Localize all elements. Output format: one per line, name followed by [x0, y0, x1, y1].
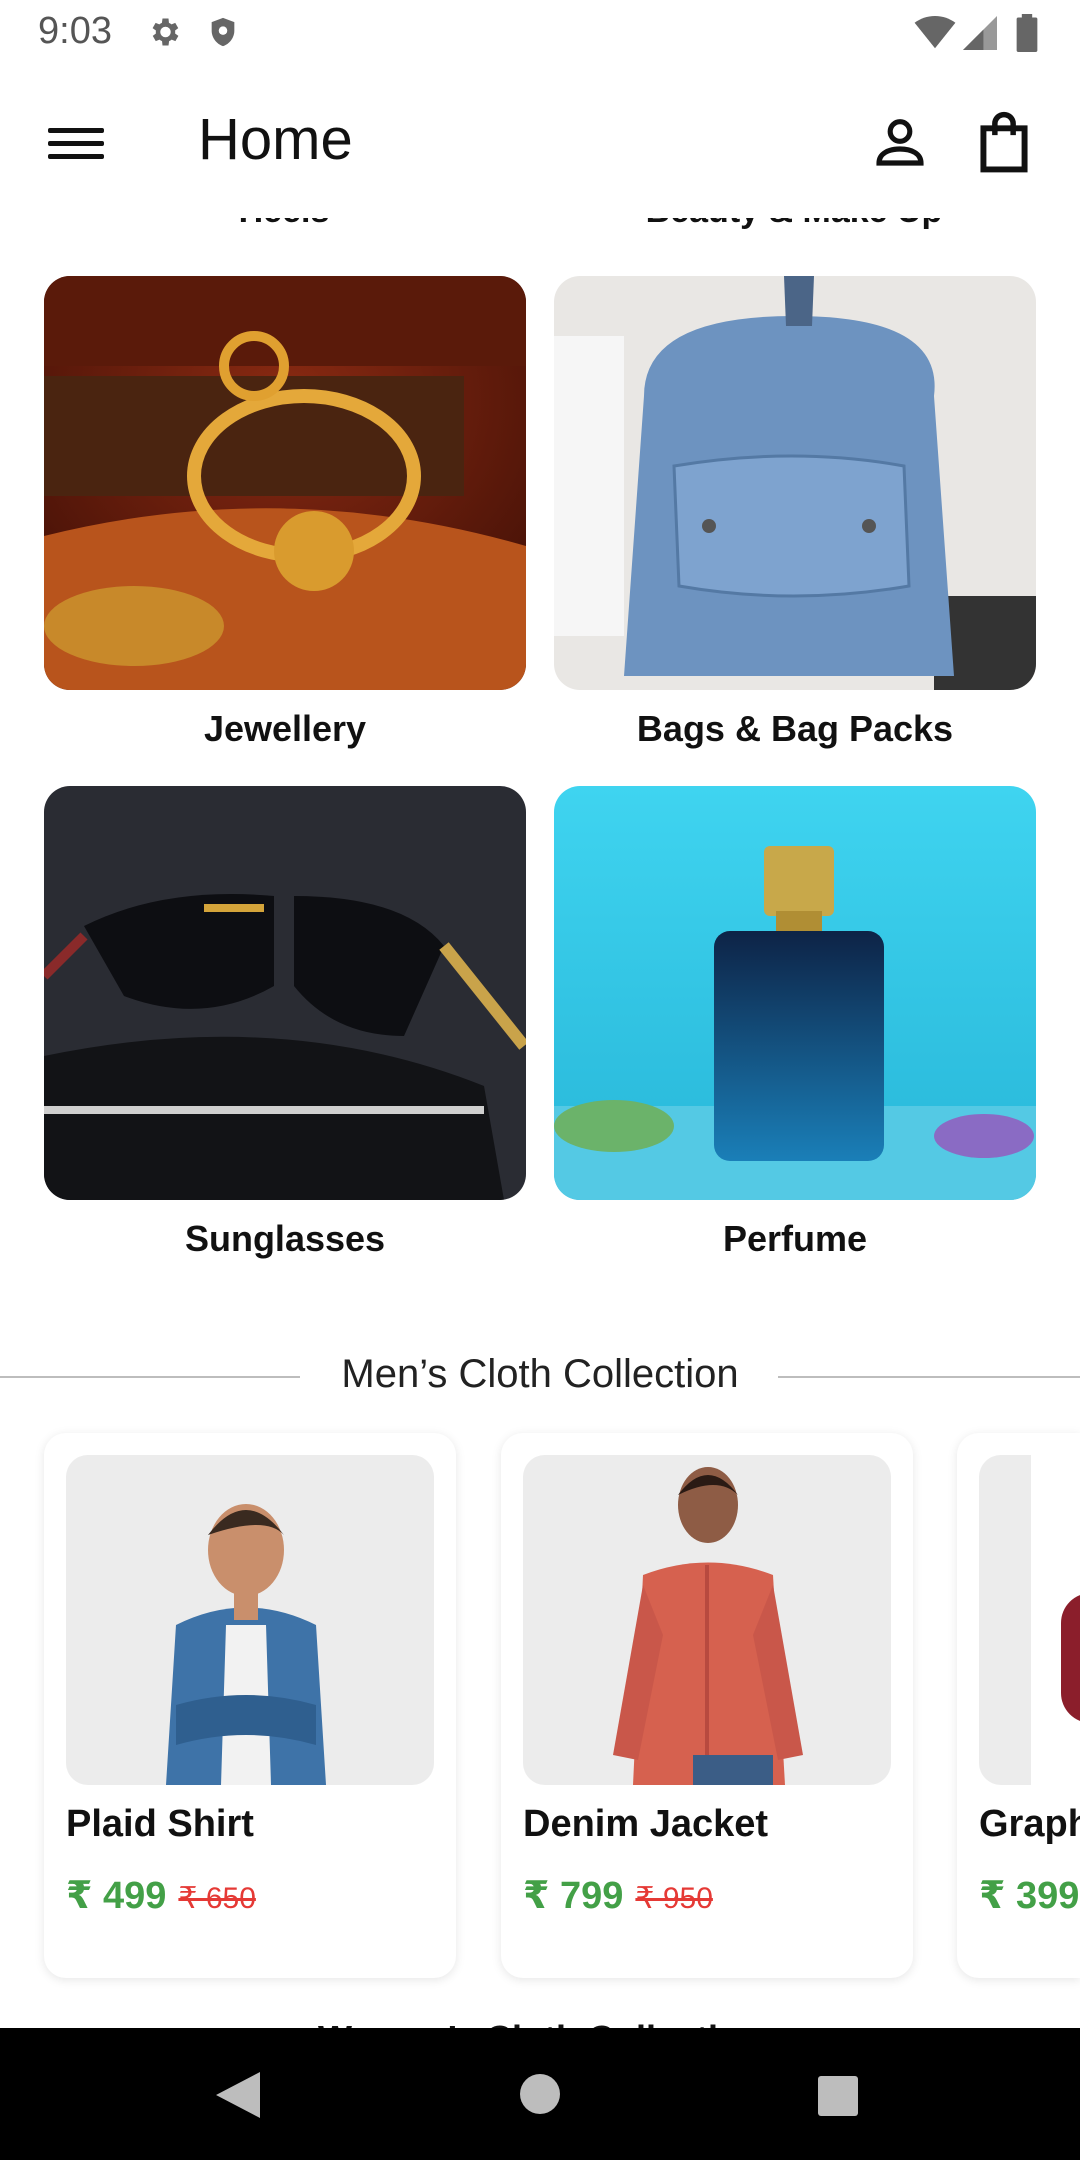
category-card-jewellery[interactable]: [44, 276, 526, 690]
shopping-bag-icon: [980, 111, 1028, 173]
category-label-bags: Bags & Bag Packs: [636, 708, 954, 749]
shield-icon: [206, 14, 240, 55]
product-price: ₹ 499 ₹ 650: [66, 1875, 256, 1917]
profile-button[interactable]: [872, 114, 928, 170]
product-price: ₹ 799 ₹ 950: [523, 1875, 713, 1917]
product-card[interactable]: Graph ₹ 399: [957, 1433, 1080, 1978]
cart-button[interactable]: [976, 110, 1032, 174]
settings-icon: [146, 14, 182, 55]
page-title: Home: [198, 107, 353, 172]
section-title: Men’s Cloth Collection: [341, 1352, 739, 1396]
category-label-heels: Heels: [44, 218, 524, 231]
product-image: [66, 1455, 434, 1785]
product-image-partial: [1061, 1593, 1080, 1723]
category-card-sunglasses[interactable]: [44, 786, 526, 1200]
home-content[interactable]: Heels Beauty & Make Up Jewellery Bags & …: [0, 218, 1080, 2028]
system-nav-bar: [0, 2028, 1080, 2160]
recents-icon[interactable]: [818, 2076, 858, 2116]
product-card[interactable]: Denim Jacket ₹ 799 ₹ 950: [501, 1433, 913, 1978]
menu-icon: [48, 128, 104, 133]
category-card-perfume[interactable]: [554, 786, 1036, 1200]
section-mens-collection: Men’s Cloth Collection: [0, 1346, 1080, 1406]
product-card[interactable]: Plaid Shirt ₹ 499 ₹ 650: [44, 1433, 456, 1978]
back-icon[interactable]: [216, 2072, 260, 2118]
product-old-price: ₹ 650: [178, 1882, 256, 1915]
product-old-price: ₹ 950: [635, 1882, 713, 1915]
category-label-beauty: Beauty & Make Up: [554, 218, 1034, 231]
bag-image: [554, 276, 1036, 690]
category-label-jewellery: Jewellery: [203, 708, 367, 749]
user-icon: [876, 119, 924, 166]
category-label-sunglasses: Sunglasses: [184, 1218, 386, 1259]
menu-button[interactable]: [44, 120, 108, 170]
product-name: Plaid Shirt: [66, 1803, 254, 1845]
product-image: [523, 1455, 891, 1785]
category-card-bags[interactable]: [554, 276, 1036, 690]
sunglasses-image: [44, 786, 526, 1200]
product-name: Denim Jacket: [523, 1803, 769, 1845]
category-label-perfume: Perfume: [722, 1218, 868, 1259]
divider: [778, 1376, 1080, 1378]
app-bar: Home: [0, 66, 1080, 218]
battery-icon: [1016, 14, 1038, 57]
home-icon[interactable]: [520, 2074, 560, 2114]
product-image: [979, 1455, 1031, 1785]
product-price: ₹ 399: [979, 1875, 1080, 1917]
status-bar: 9:03: [0, 0, 1080, 66]
status-time: 9:03: [38, 10, 112, 52]
signal-icon: [962, 16, 998, 55]
jewellery-image: [44, 276, 526, 690]
section-title-womens-partial: Women’s Cloth Collection: [0, 2018, 1080, 2028]
perfume-image: [554, 786, 1036, 1200]
product-name: Graph: [979, 1803, 1080, 1845]
wifi-icon: [914, 16, 956, 55]
